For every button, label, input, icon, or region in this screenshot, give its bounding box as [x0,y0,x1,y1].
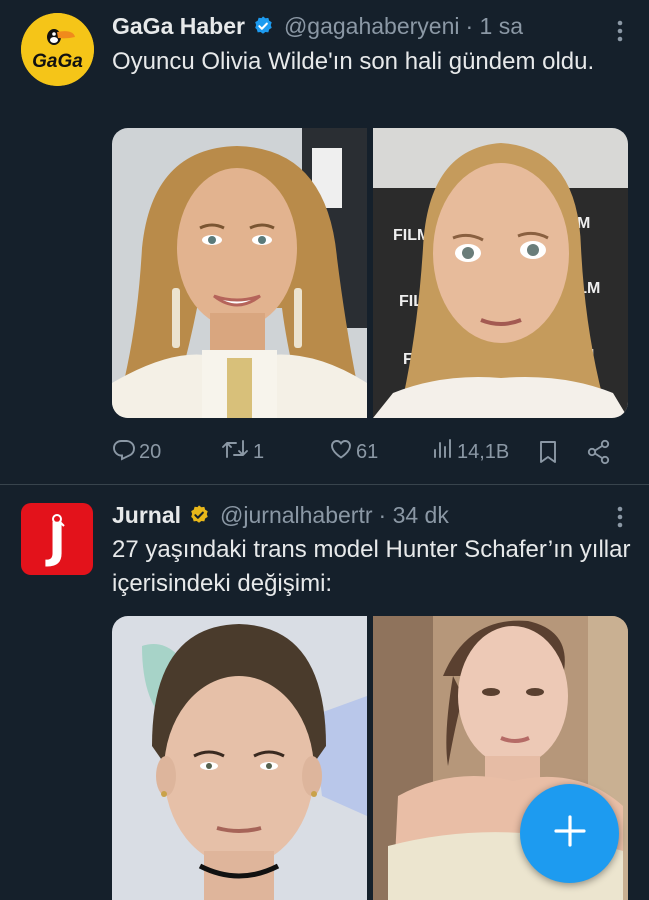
avatar[interactable]: J [21,503,93,575]
tweet-media[interactable]: FILM FILM FILM FILM FILM FILM [112,128,628,418]
avatar[interactable]: GaGa [21,13,94,86]
tweet-timestamp[interactable]: · 1 sa [466,13,524,40]
more-options-icon[interactable] [617,20,623,47]
hunter-schafer-before-photo[interactable] [112,616,367,900]
author-name[interactable]: Jurnal [112,502,181,529]
avatar-logo-text: GaGa [32,51,83,72]
more-options-icon[interactable] [617,506,623,533]
tweet-header: Jurnal @jurnalhabertr · 34 dk [112,500,449,530]
views-button[interactable]: 14,1B [430,437,509,467]
author-handle[interactable]: @gagahaberyeni [284,13,460,40]
verified-badge-icon [252,15,274,37]
author-handle[interactable]: @jurnalhabertr [220,502,372,529]
olivia-wilde-press-wall-photo[interactable]: FILM FILM FILM FILM FILM FILM [373,128,628,418]
views-chart-icon [430,437,454,467]
tweet-divider [0,484,649,485]
share-icon[interactable] [586,437,612,467]
reply-count: 20 [139,440,162,463]
avatar-logo-text: J [48,513,66,569]
verified-gold-badge-icon [188,504,210,526]
retweet-icon [220,437,250,467]
heart-icon [329,437,353,467]
tweet-header: GaGa Haber @gagahaberyeni · 1 sa [112,11,523,41]
tweet-timestamp[interactable]: · 34 dk [379,502,449,529]
tweet-text: Oyuncu Olivia Wilde'ın son hali gündem o… [112,48,595,75]
reply-icon [112,437,136,467]
tweet-actions: 20 1 61 14,1B [112,437,628,467]
plus-icon [553,814,587,853]
tweet[interactable]: GaGa GaGa Haber @gagahaberyeni · 1 sa Oy… [0,0,649,484]
author-name[interactable]: GaGa Haber [112,13,245,40]
like-count: 61 [356,440,379,463]
gaga-logo-icon [21,13,94,86]
reply-button[interactable]: 20 [112,437,161,467]
retweet-count: 1 [253,440,265,463]
retweet-button[interactable]: 1 [220,437,264,467]
views-count: 14,1B [457,440,510,463]
compose-tweet-button[interactable] [520,784,619,883]
bookmark-icon[interactable] [537,437,559,467]
olivia-wilde-red-carpet-photo[interactable] [112,128,367,418]
like-button[interactable]: 61 [329,437,378,467]
tweet-text: 27 yaşındaki trans model Hunter Schafer’… [112,536,631,597]
magnifier-icon [52,514,65,527]
